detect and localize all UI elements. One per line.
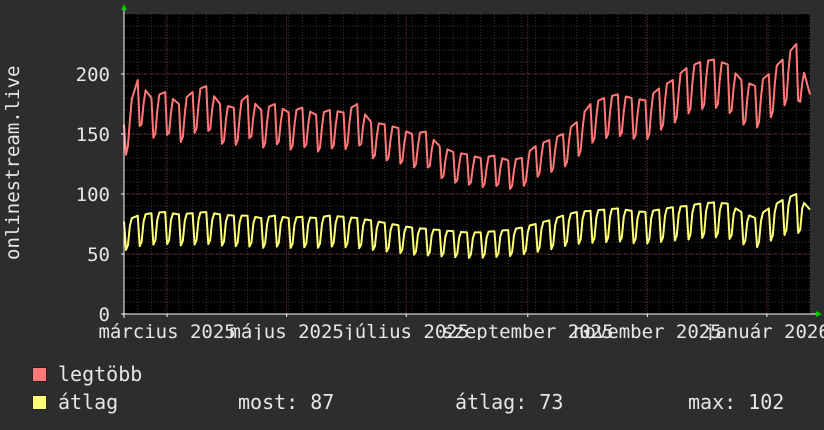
legend-swatch-atlag: [32, 395, 47, 410]
x-tick-label: november 2025: [573, 321, 722, 340]
y-axis-label: onlinestream.live: [2, 65, 24, 261]
x-tick-label: január 2026: [704, 321, 824, 340]
y-tick-label: 100: [76, 184, 110, 206]
y-tick-label: 50: [87, 244, 110, 266]
y-axis-arrow-icon: [121, 4, 127, 10]
chart: 050100150200március 2025május 2025 július…: [76, 4, 824, 340]
legend-label-atlag: átlag: [58, 390, 119, 414]
x-tick-label: május 2025: [229, 321, 343, 340]
stat-current: most: 87: [238, 390, 335, 414]
legend-label-legtobb: legtöbb: [58, 362, 143, 386]
y-tick-label: 200: [76, 64, 110, 86]
x-axis-arrow-icon: [816, 311, 822, 317]
x-tick-label: március 2025: [98, 321, 235, 340]
graph-panel: 0 50 100 150 200 március 2025 május 2025 július…: [0, 0, 824, 430]
stat-average: átlag: 73: [455, 390, 564, 414]
y-tick-label: 150: [76, 124, 110, 146]
stat-max: max: 102: [688, 390, 785, 414]
legend-swatch-legtobb: [32, 367, 47, 382]
